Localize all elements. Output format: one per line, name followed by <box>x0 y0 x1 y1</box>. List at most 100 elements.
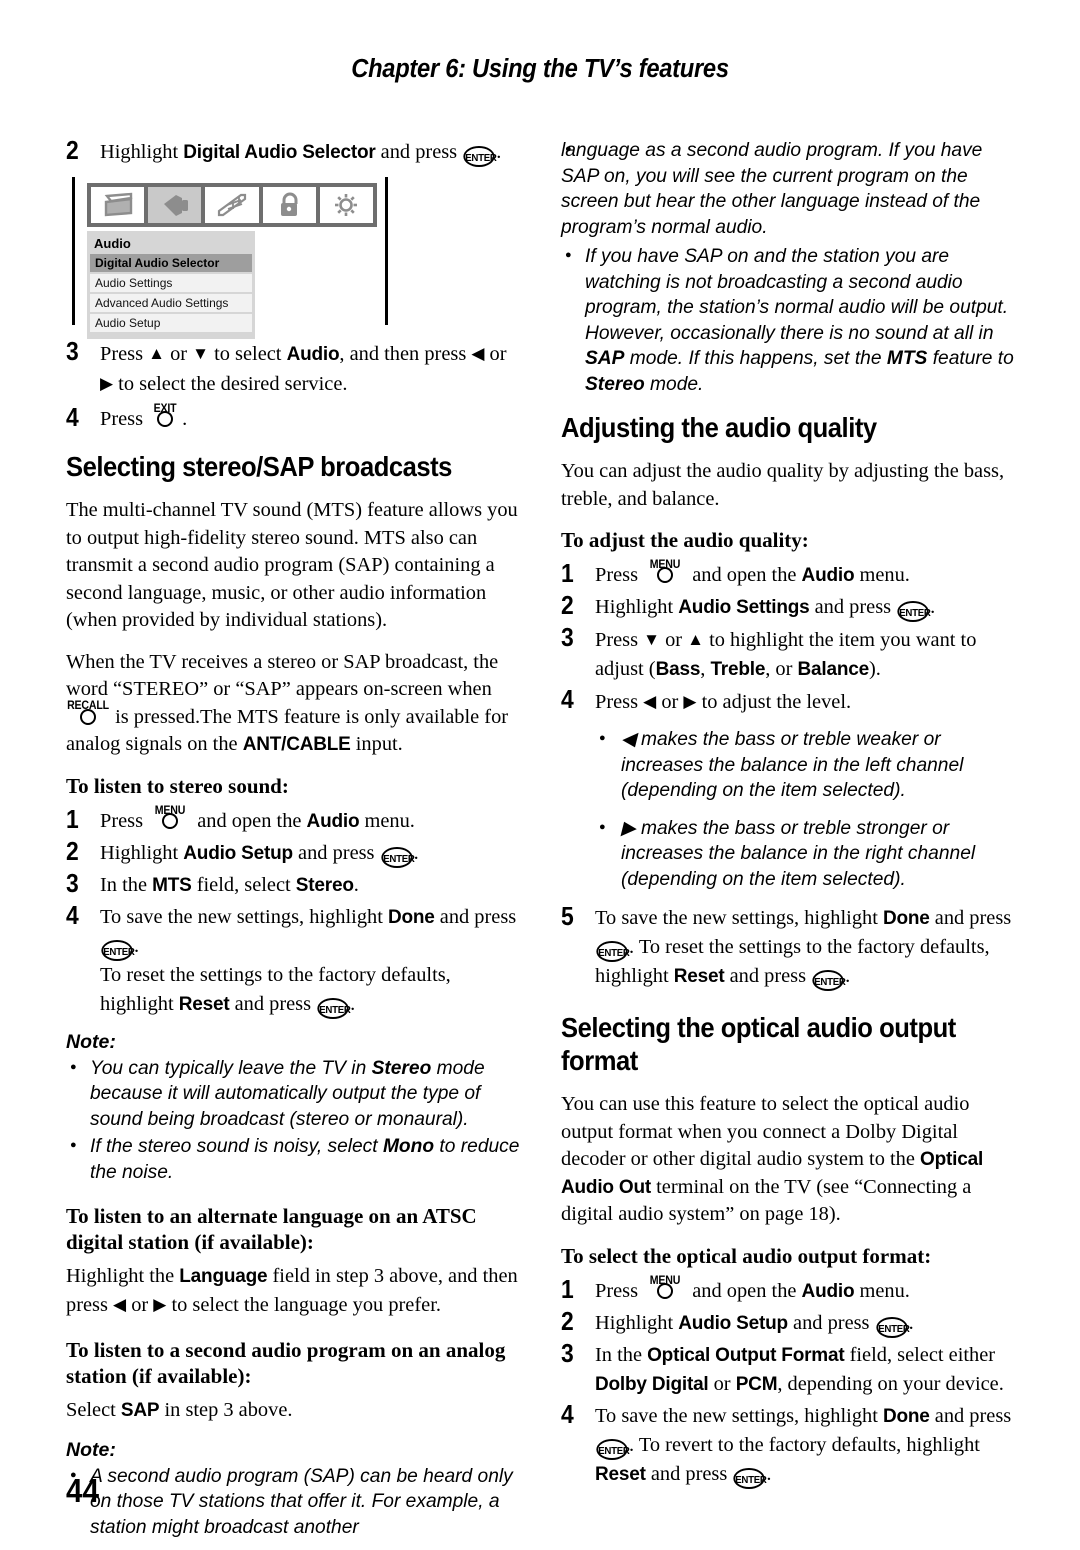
step-item: 3 In the MTS field, select Stereo. <box>66 867 522 900</box>
paragraph-optical-intro: You can use this feature to select the o… <box>561 1091 1017 1229</box>
step-item: 5 To save the new settings, highlight Do… <box>561 901 1017 991</box>
paragraph-second-audio-program: Select SAP in step 3 above. <box>66 1397 522 1425</box>
step-number: 2 <box>561 1305 574 1336</box>
step-number: 3 <box>66 867 79 898</box>
step-item: 2 Highlight Audio Setup and press ENTER. <box>561 1305 1017 1338</box>
paragraph-audio-quality: You can adjust the audio quality by adju… <box>561 460 1005 510</box>
t: . <box>930 596 936 618</box>
t: to select <box>209 343 287 365</box>
picture-icon <box>91 187 145 223</box>
note-bullet: If you have SAP on and the station you a… <box>561 243 1017 397</box>
right-column: language as a second audio program. If y… <box>561 137 1017 1495</box>
t: mode. <box>644 373 704 395</box>
note-bullet-list: You can typically leave the TV in Stereo… <box>66 1055 522 1186</box>
paragraph-alternate-language: Highlight the Language field in step 3 a… <box>66 1263 522 1319</box>
arrow-up-icon: ▲ <box>687 630 704 649</box>
t: Press <box>595 629 644 651</box>
emphasis-dolby-digital: Dolby Digital <box>595 1373 709 1395</box>
page-title: Chapter 6: Using the TV’s features <box>351 55 729 83</box>
arrow-down-icon: ▼ <box>192 344 209 363</box>
tv-audio-menu-list: Audio Digital Audio Selector Audio Setti… <box>87 231 255 339</box>
emphasis-stereo: Stereo <box>585 373 645 395</box>
t: Press <box>100 408 149 430</box>
emphasis-treble: Treble <box>710 659 766 680</box>
step-text: Highlight Digital Audio Selector and pre… <box>100 141 502 167</box>
tv-menu-title: Audio <box>94 236 131 251</box>
subheading-second-audio-program: To listen to a second audio program on a… <box>66 1338 506 1388</box>
step-number: 5 <box>561 901 574 931</box>
t: Press <box>100 343 149 365</box>
arrow-left-icon: ◀ <box>621 729 636 750</box>
emphasis-stereo: Stereo <box>295 874 354 896</box>
t: or <box>708 1372 736 1395</box>
emphasis-stereo: Stereo <box>371 1057 432 1079</box>
page-number: 44 <box>66 1472 100 1509</box>
menu-key-icon: MENU <box>643 559 687 584</box>
step-text: To save the new settings, highlight Done… <box>100 905 517 1019</box>
emphasis-mts: MTS <box>886 348 928 369</box>
step-text: Press MENU and open the Audio menu. <box>100 805 415 832</box>
step-number: 1 <box>561 558 574 588</box>
t: input. <box>350 733 403 755</box>
step-number: 3 <box>561 1337 574 1368</box>
step-text: In the Optical Output Format field, sele… <box>595 1344 1004 1395</box>
t: or <box>659 629 688 651</box>
t: menu. <box>854 1279 910 1302</box>
arrow-down-icon: ▼ <box>643 630 660 649</box>
t: When the TV receives a stereo or SAP bro… <box>66 650 499 701</box>
enter-key-icon: ENTER <box>596 941 630 962</box>
t: , and then press <box>339 343 472 365</box>
enter-key-icon: ENTER <box>897 601 931 622</box>
t: and press <box>787 1311 875 1334</box>
step-number: 2 <box>66 835 79 866</box>
t: . <box>353 873 359 896</box>
t: , depending on your device. <box>777 1372 1004 1395</box>
heading-adjusting-audio-quality: Adjusting the audio quality <box>561 412 877 443</box>
step-item: 2 Highlight Audio Setup and press ENTER. <box>66 835 522 868</box>
t: If the stereo sound is noisy, select <box>90 1136 383 1157</box>
step-item: 4 Press ◀ or ▶ to adjust the level. ◀ ma… <box>561 685 1017 892</box>
t: and open the <box>687 1279 802 1302</box>
t: and press <box>434 905 517 928</box>
t: to select the language you prefer. <box>166 1293 441 1316</box>
arrow-right-icon: ▶ <box>100 374 114 393</box>
step-item: 3 Press ▼ or ▲ to highlight the item you… <box>561 623 1017 684</box>
emphasis-reset: Reset <box>178 993 230 1015</box>
subheading-alternate-language: To listen to an alternate language on an… <box>66 1204 477 1254</box>
emphasis-done: Done <box>882 1405 930 1427</box>
step-text-end: . <box>496 141 502 163</box>
left-column: 2 Highlight Digital Audio Selector and p… <box>66 136 522 1550</box>
menu-key-icon: MENU <box>643 1275 687 1300</box>
brightness-sun-icon <box>319 187 374 223</box>
adjust-direction-bullets: ◀ makes the bass or treble weaker or inc… <box>595 726 1017 892</box>
adjust-audio-quality-steps: 1 Press MENU and open the Audio menu. 2 … <box>561 558 1017 991</box>
subheading-listen-stereo-sound: To listen to stereo sound: <box>66 773 289 798</box>
t: In the <box>100 873 153 896</box>
t: and press <box>809 596 897 618</box>
emphasis-digital-audio-selector: Digital Audio Selector <box>183 142 376 163</box>
t: and open the <box>687 564 802 586</box>
t: Highlight <box>100 841 184 864</box>
arrow-right-icon: ▶ <box>153 1294 167 1314</box>
t: Highlight <box>595 596 679 618</box>
note-bullet: If the stereo sound is noisy, select Mon… <box>66 1133 522 1185</box>
recall-key-icon: RECALL <box>66 700 110 726</box>
t: field, select <box>191 873 296 896</box>
step-number: 4 <box>561 1398 574 1429</box>
t: and press <box>229 992 317 1015</box>
t: To save the new settings, highlight <box>595 907 883 929</box>
t: In the <box>595 1343 648 1366</box>
step-text: Highlight Audio Settings and press ENTER… <box>595 596 936 622</box>
arrow-left-icon: ◀ <box>643 692 657 711</box>
t: or <box>484 343 507 365</box>
step-item: 2 Highlight Audio Settings and press ENT… <box>561 591 1017 622</box>
enter-key-icon: ENTER <box>101 939 135 961</box>
t: makes the bass or treble stronger or inc… <box>621 817 976 890</box>
audio-speaker-icon <box>148 187 202 223</box>
t: or <box>656 691 684 713</box>
t: and press <box>292 841 380 864</box>
menu-key-circle <box>162 812 179 829</box>
step-text-after: and press <box>375 141 463 163</box>
emphasis-sap: SAP <box>120 1400 160 1421</box>
t: Highlight <box>595 1311 679 1334</box>
